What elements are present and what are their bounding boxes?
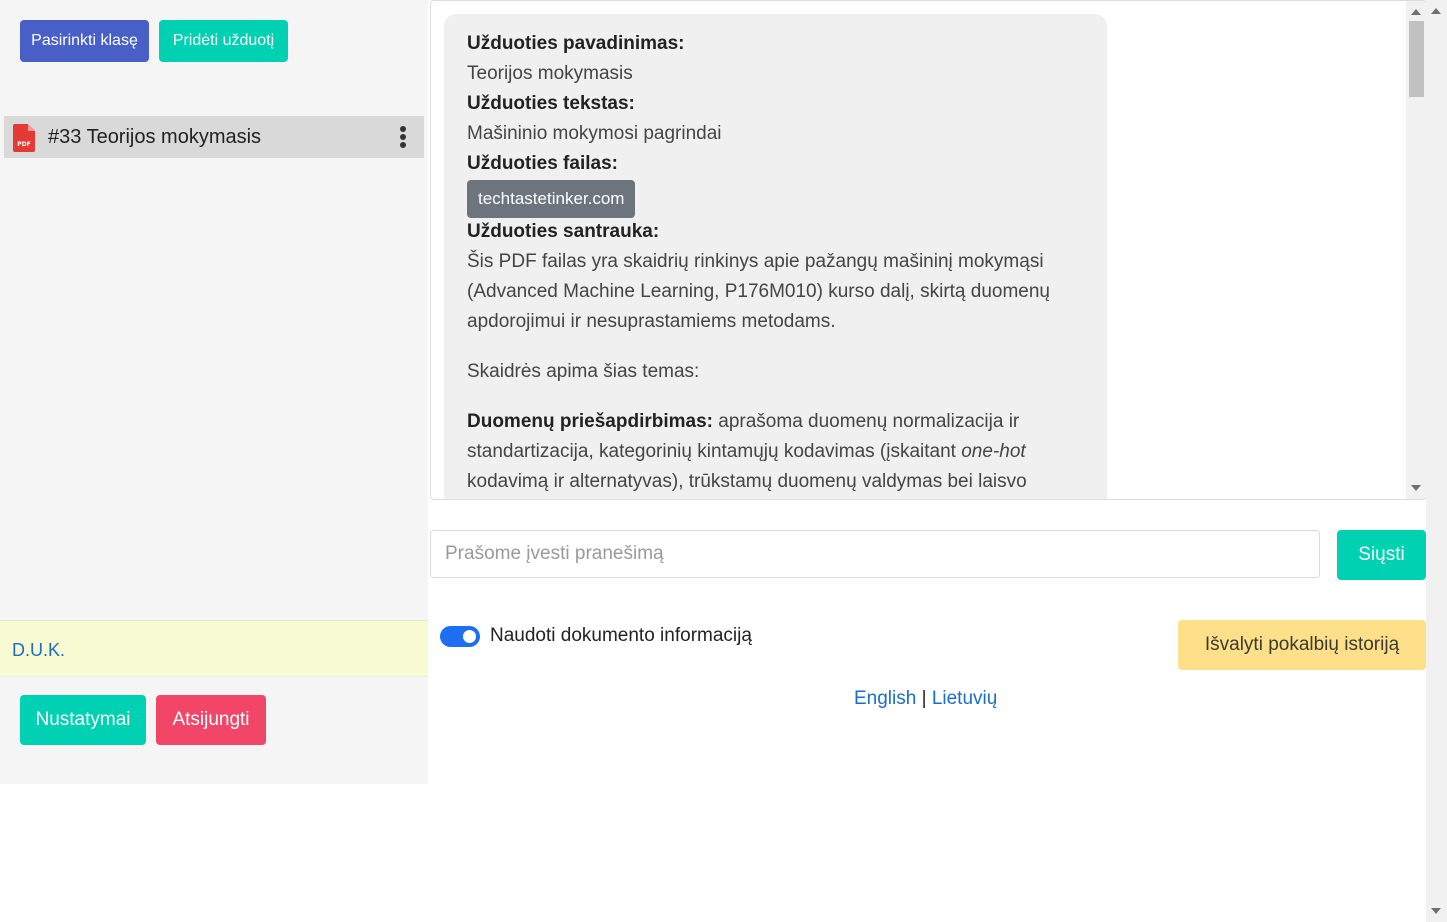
topic-title: Duomenų priešapdirbimas: xyxy=(467,411,713,432)
task-summary-paragraph: Šis PDF failas yra skaidrių rinkinys api… xyxy=(467,251,1050,332)
lang-separator: | xyxy=(916,688,932,709)
kebab-menu-icon[interactable] xyxy=(398,124,408,150)
chat-scrollbar[interactable] xyxy=(1406,1,1426,499)
send-button[interactable]: Siųsti xyxy=(1337,530,1426,580)
task-file-link[interactable]: techtastetinker.com xyxy=(467,180,636,218)
task-label: #33 Teorijos mokymasis xyxy=(48,126,262,148)
lang-english-link[interactable]: English xyxy=(854,688,916,709)
task-name-value: Teorijos mokymasis xyxy=(467,63,633,84)
add-task-button[interactable]: Pridėti užduotį xyxy=(159,20,288,62)
message-input[interactable] xyxy=(430,530,1320,578)
scroll-down-arrow-icon[interactable] xyxy=(1411,485,1421,491)
page-scrollbar[interactable] xyxy=(1426,0,1447,922)
topic-text-b: kodavimą ir alternatyvas), trūkstamų duo… xyxy=(467,471,1027,492)
clear-history-button[interactable]: Išvalyti pokalbių istoriją xyxy=(1178,620,1426,670)
task-file-heading: Užduoties failas: xyxy=(467,153,618,174)
chat-panel: Užduoties pavadinimas: Teorijos mokymasi… xyxy=(430,0,1427,500)
toggle-knob xyxy=(463,630,476,643)
scroll-thumb[interactable] xyxy=(1409,21,1424,97)
topic-text-italic: one-hot xyxy=(961,441,1026,462)
scroll-up-arrow-icon[interactable] xyxy=(1411,9,1421,15)
page-scroll-up-arrow-icon[interactable] xyxy=(1431,8,1441,14)
logout-button[interactable]: Atsijungti xyxy=(156,695,266,745)
task-summary-topic: Duomenų priešapdirbimas: aprašoma duomen… xyxy=(467,407,1087,497)
task-list-item[interactable]: PDF #33 Teorijos mokymasis xyxy=(4,116,424,158)
task-summary-topics-intro: Skaidrės apima šias temas: xyxy=(467,361,700,382)
task-name-heading: Užduoties pavadinimas: xyxy=(467,33,685,54)
sidebar: Pasirinkti klasę Pridėti užduotį PDF #33… xyxy=(0,0,428,784)
task-info-message: Užduoties pavadinimas: Teorijos mokymasi… xyxy=(444,14,1107,499)
lang-lithuanian-link[interactable]: Lietuvių xyxy=(932,688,998,709)
use-document-toggle[interactable] xyxy=(440,626,480,647)
faq-bar: D.U.K. xyxy=(0,620,428,677)
language-switcher: English | Lietuvių xyxy=(854,688,997,710)
task-summary-heading: Užduoties santrauka: xyxy=(467,221,660,242)
settings-button[interactable]: Nustatymai xyxy=(20,695,146,745)
use-document-label: Naudoti dokumento informaciją xyxy=(490,625,752,646)
select-class-button[interactable]: Pasirinkti klasę xyxy=(20,20,149,62)
svg-text:PDF: PDF xyxy=(17,141,30,148)
faq-link[interactable]: D.U.K. xyxy=(12,640,65,661)
pdf-file-icon: PDF xyxy=(13,124,35,152)
page-scroll-down-arrow-icon[interactable] xyxy=(1431,908,1441,914)
task-text-value: Mašininio mokymosi pagrindai xyxy=(467,123,722,144)
task-text-heading: Užduoties tekstas: xyxy=(467,93,635,114)
